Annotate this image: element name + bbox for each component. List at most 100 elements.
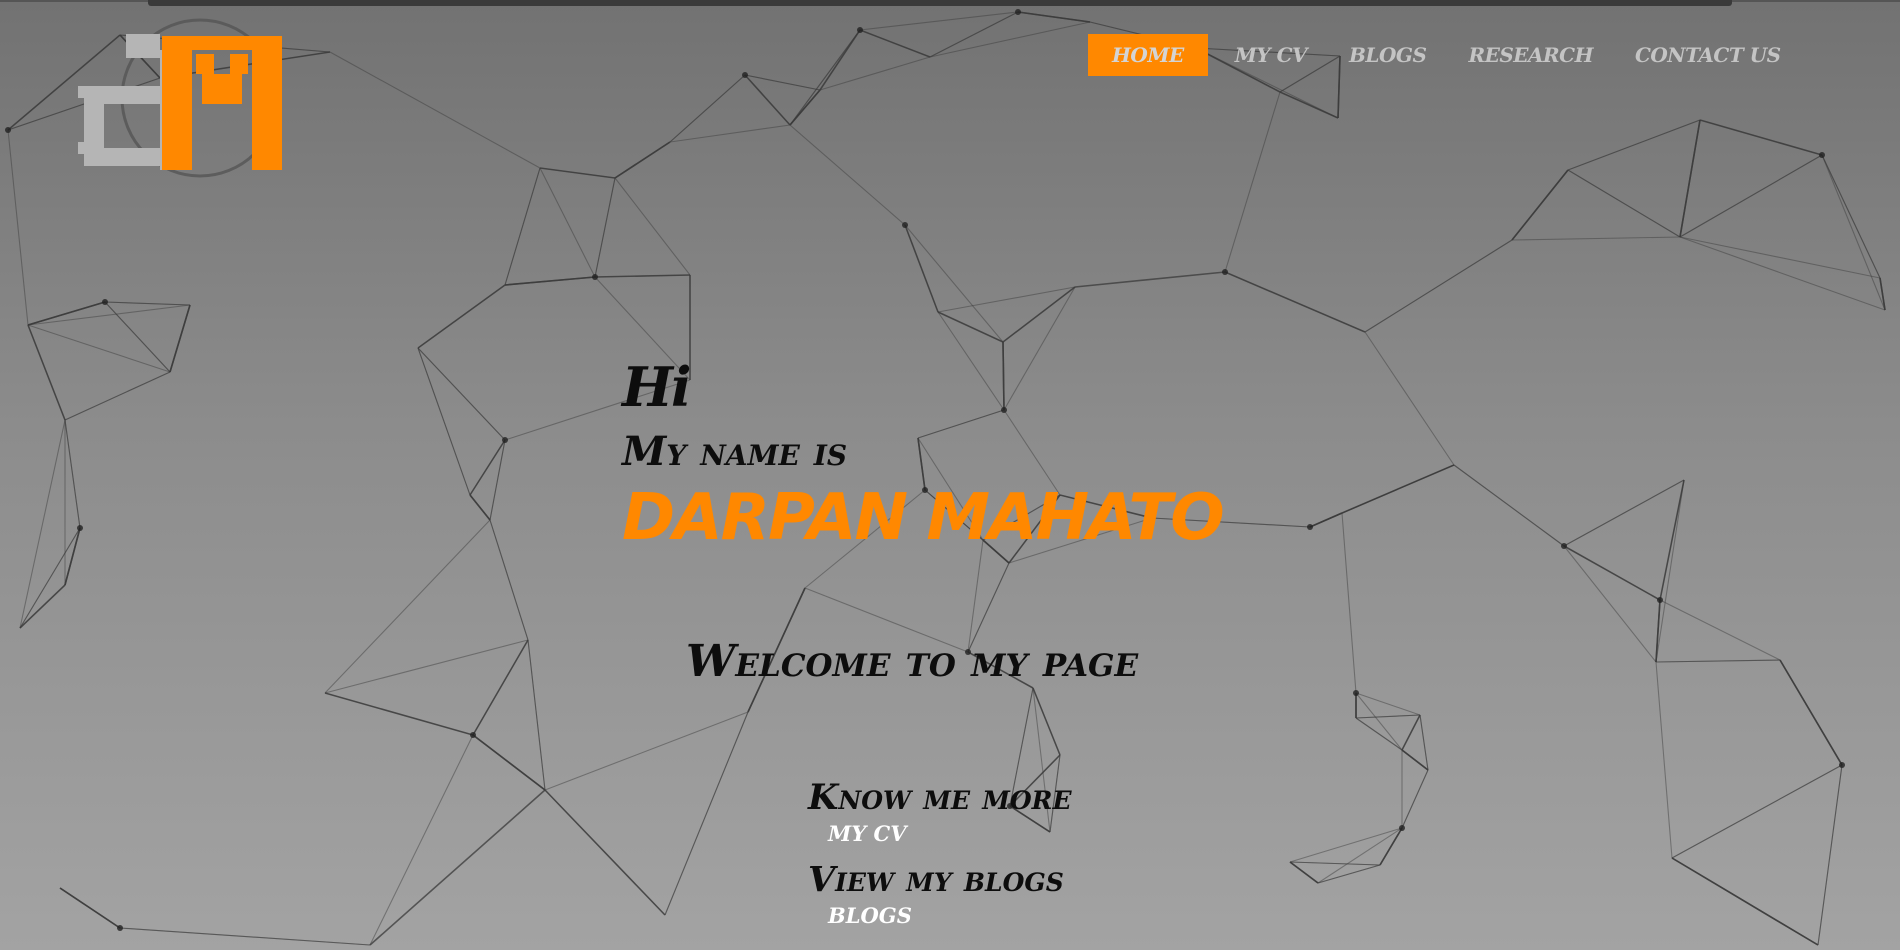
hero-section: Hi My name is DARPAN MAHATO: [622, 355, 1225, 555]
network-line: [539, 167, 596, 278]
network-line: [527, 639, 546, 791]
network-line: [324, 519, 491, 694]
network-line: [417, 284, 506, 349]
network-node: [1657, 597, 1663, 603]
network-line: [1419, 714, 1429, 771]
network-line: [594, 274, 691, 278]
network-line: [1567, 119, 1701, 171]
network-line: [1511, 169, 1569, 241]
network-node: [592, 274, 598, 280]
network-line: [1317, 827, 1403, 884]
nav-blogs[interactable]: BLOGS: [1334, 34, 1441, 76]
my-cv-link[interactable]: MY CV: [828, 823, 1072, 844]
network-line: [614, 141, 671, 179]
site-logo[interactable]: [78, 14, 288, 184]
network-line: [1224, 271, 1366, 333]
network-line: [1821, 154, 1881, 279]
know-more-heading: Know me more: [808, 777, 1072, 818]
network-line: [1671, 764, 1843, 859]
network-line: [169, 304, 191, 373]
network-line: [859, 11, 1019, 31]
network-line: [1659, 479, 1685, 601]
network-node: [102, 299, 108, 305]
network-node: [1819, 152, 1825, 158]
network-line: [594, 177, 616, 278]
network-line: [417, 347, 471, 496]
network-line: [1679, 119, 1701, 238]
network-line: [1401, 714, 1421, 751]
network-node: [1307, 524, 1313, 530]
network-line: [19, 527, 81, 629]
network-line: [417, 347, 506, 441]
network-line: [1563, 479, 1685, 547]
network-line: [1817, 764, 1843, 946]
nav-contact-us[interactable]: CONTACT US: [1620, 34, 1796, 76]
network-line: [64, 419, 81, 529]
network-line: [614, 177, 691, 276]
network-line: [544, 711, 749, 791]
network-node: [1561, 543, 1567, 549]
network-node: [1839, 762, 1845, 768]
network-line: [324, 692, 474, 736]
network-line: [1401, 769, 1429, 829]
network-node: [502, 437, 508, 443]
blogs-link[interactable]: BLOGS: [828, 905, 1072, 926]
greeting-heading: Hi: [622, 355, 692, 419]
owner-name: DARPAN MAHATO: [622, 481, 1225, 555]
network-line: [1511, 236, 1681, 241]
network-line: [1679, 236, 1881, 279]
network-line: [119, 927, 371, 946]
network-line: [1289, 861, 1381, 866]
nav-my-cv[interactable]: MY CV: [1220, 34, 1322, 76]
network-line: [1679, 154, 1823, 238]
network-node: [5, 127, 11, 133]
network-line: [472, 639, 529, 736]
network-line: [64, 527, 81, 586]
network-line: [1679, 236, 1886, 311]
network-line: [369, 734, 474, 946]
network-line: [669, 74, 746, 143]
network-line: [1364, 331, 1455, 466]
network-line: [789, 29, 861, 126]
network-line: [19, 419, 66, 629]
network-line: [1655, 659, 1781, 663]
network-line: [929, 21, 1091, 58]
network-line: [539, 167, 616, 179]
network-line: [1655, 479, 1685, 663]
nav-home[interactable]: HOME: [1088, 34, 1208, 76]
network-line: [1655, 599, 1661, 663]
network-line: [1074, 271, 1226, 288]
network-line: [59, 887, 121, 929]
network-line: [664, 711, 749, 916]
network-line: [1289, 861, 1319, 884]
network-node: [1353, 690, 1359, 696]
network-node: [117, 925, 123, 931]
network-line: [1699, 119, 1823, 156]
network-line: [1341, 512, 1357, 694]
network-line: [1002, 286, 1076, 343]
network-line: [324, 639, 529, 694]
network-line: [1017, 11, 1091, 23]
network-node: [470, 732, 476, 738]
quick-links: Know me more MY CV View my blogs BLOGS: [808, 780, 1072, 926]
nav-research[interactable]: RESEARCH: [1453, 34, 1608, 76]
network-line: [1355, 714, 1421, 719]
network-line: [27, 324, 66, 421]
network-line: [1279, 91, 1339, 119]
network-line: [1655, 661, 1673, 859]
network-node: [77, 525, 83, 531]
network-line: [937, 286, 1076, 313]
network-line: [27, 301, 106, 326]
network-line: [859, 29, 931, 58]
network-line: [1821, 154, 1886, 311]
network-line: [1563, 545, 1657, 663]
network-line: [789, 124, 906, 226]
network-node: [857, 27, 863, 33]
network-line: [904, 224, 1004, 343]
network-line: [929, 11, 1019, 58]
network-node: [902, 222, 908, 228]
network-node: [1399, 825, 1405, 831]
network-line: [104, 301, 191, 306]
network-line: [7, 129, 29, 326]
logo-mark-icon: [78, 18, 282, 178]
